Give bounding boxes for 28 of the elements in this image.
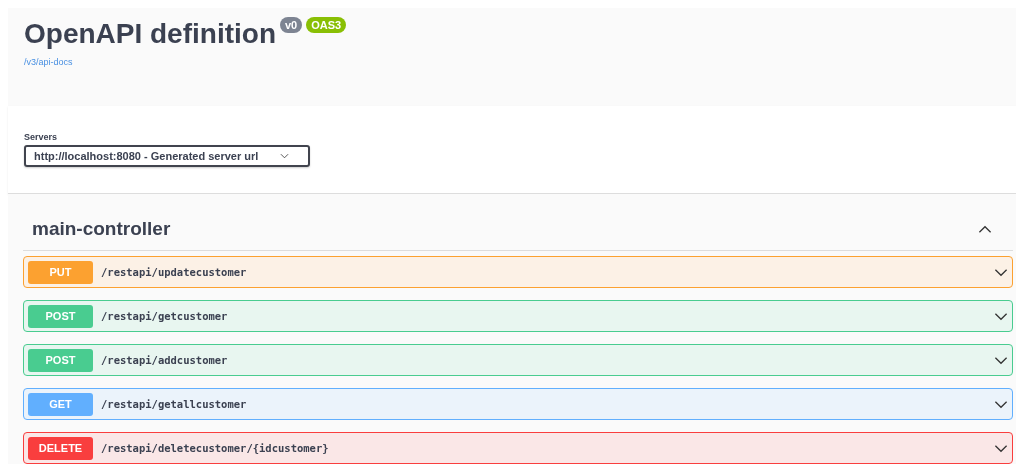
operation-row[interactable]: POST /restapi/getcustomer <box>23 300 1013 332</box>
method-badge: POST <box>28 348 93 372</box>
endpoint-path: /restapi/getallcustomer <box>101 398 247 410</box>
operation-row[interactable]: PUT /restapi/updatecustomer <box>23 256 1013 288</box>
operation-row[interactable]: POST /restapi/addcustomer <box>23 344 1013 376</box>
expand-icon[interactable] <box>994 311 1008 321</box>
endpoint-path: /restapi/updatecustomer <box>101 266 247 278</box>
endpoint-path: /restapi/getcustomer <box>101 310 228 322</box>
server-select[interactable]: http://localhost:8080 - Generated server url <box>24 145 310 167</box>
section-title[interactable]: main-controller <box>32 218 171 240</box>
caret-icon <box>280 153 290 159</box>
operation-row[interactable]: GET /restapi/getallcustomer <box>23 388 1013 420</box>
spec-badge: OAS3 <box>306 17 347 33</box>
endpoint-path: /restapi/addcustomer <box>101 354 228 366</box>
page-title: OpenAPI definition <box>24 17 276 51</box>
method-badge: POST <box>28 304 93 328</box>
expand-icon[interactable] <box>994 267 1008 277</box>
collapse-icon[interactable] <box>978 224 992 234</box>
operation-row[interactable]: DELETE /restapi/deletecustomer/{idcustomer} <box>23 432 1013 464</box>
method-badge: PUT <box>28 260 93 284</box>
expand-icon[interactable] <box>994 443 1008 453</box>
expand-icon[interactable] <box>994 355 1008 365</box>
method-badge: DELETE <box>28 436 93 460</box>
servers-label: Servers <box>24 132 59 142</box>
endpoint-path: /restapi/deletecustomer/{idcustomer} <box>101 442 329 454</box>
expand-icon[interactable] <box>994 399 1008 409</box>
method-badge: GET <box>28 392 93 416</box>
version-badge: v0 <box>280 17 303 33</box>
